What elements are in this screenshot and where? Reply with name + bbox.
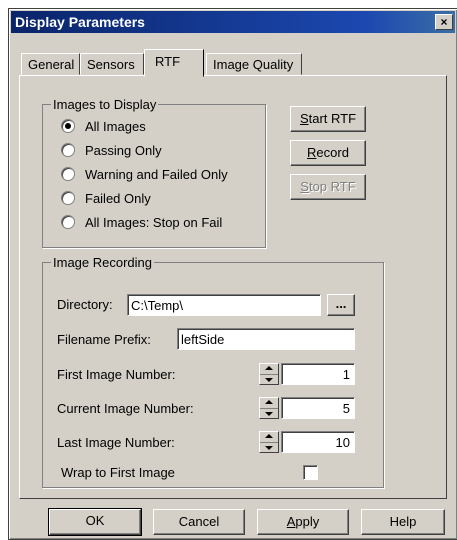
filename-prefix-label: Filename Prefix: <box>57 332 151 347</box>
images-to-display-title: Images to Display <box>51 97 159 112</box>
current-image-number-label: Current Image Number: <box>57 401 194 416</box>
tab-image-quality-label: Image Quality <box>213 57 294 72</box>
tab-image-quality[interactable]: Image Quality <box>206 53 302 75</box>
tab-rtf[interactable]: RTF <box>144 49 204 77</box>
wrap-to-first-image-checkbox[interactable] <box>303 465 318 480</box>
radio-failed-only[interactable]: Failed Only <box>61 189 151 207</box>
rtf-panel: Images to Display All Images Passing Onl… <box>19 75 447 499</box>
tab-sensors-label: Sensors <box>87 57 135 72</box>
radio-warning-failed[interactable]: Warning and Failed Only <box>61 165 228 183</box>
arrow-down-icon <box>265 378 273 382</box>
first-image-number-field[interactable]: 1 <box>281 363 355 385</box>
current-image-number-field[interactable]: 5 <box>281 397 355 419</box>
record-mnemonic: R <box>307 145 317 160</box>
filename-prefix-field[interactable]: leftSide <box>177 328 355 350</box>
close-icon[interactable]: × <box>435 14 453 30</box>
ok-button[interactable]: OK <box>48 508 142 536</box>
apply-label: pply <box>295 514 320 529</box>
window-title: Display Parameters <box>15 14 145 30</box>
images-to-display-group: Images to Display All Images Passing Onl… <box>42 97 266 248</box>
image-recording-group: Image Recording Directory: C:\Temp\ ... … <box>42 255 384 488</box>
directory-label: Directory: <box>57 297 113 312</box>
stop-rtf-label: top RTF <box>308 179 356 194</box>
record-label: ecord <box>316 145 349 160</box>
arrow-down-icon <box>265 446 273 450</box>
start-rtf-button[interactable]: Start RTF <box>290 106 366 132</box>
first-image-number-label: First Image Number: <box>57 367 176 382</box>
radio-all-images[interactable]: All Images <box>61 117 146 135</box>
last-image-number-field[interactable]: 10 <box>281 431 355 453</box>
stop-rtf-mnemonic: S <box>300 179 309 194</box>
radio-stop-on-fail-label: All Images: Stop on Fail <box>85 214 223 230</box>
last-image-number-label: Last Image Number: <box>57 435 175 450</box>
radio-warning-failed-indicator[interactable] <box>61 167 75 181</box>
spin-down-button[interactable] <box>260 374 278 384</box>
image-recording-title: Image Recording <box>51 255 154 270</box>
spin-down-button[interactable] <box>260 408 278 418</box>
tab-sensors[interactable]: Sensors <box>80 53 144 75</box>
radio-all-images-indicator[interactable] <box>61 119 75 133</box>
radio-passing-only-label: Passing Only <box>85 142 162 158</box>
tab-general-label: General <box>28 57 75 72</box>
arrow-up-icon <box>265 400 273 404</box>
wrap-to-first-image-label: Wrap to First Image <box>61 465 175 480</box>
last-image-number-spinner[interactable] <box>259 431 279 453</box>
radio-failed-only-indicator[interactable] <box>61 191 75 205</box>
apply-button[interactable]: Apply <box>257 509 349 535</box>
arrow-up-icon <box>265 366 273 370</box>
radio-passing-only[interactable]: Passing Only <box>61 141 162 159</box>
start-rtf-mnemonic: S <box>299 111 309 126</box>
radio-all-images-label: All Images <box>85 118 146 134</box>
browse-button[interactable]: ... <box>327 294 355 316</box>
display-parameters-dialog: Display Parameters × General Sensors RTF… <box>8 8 457 540</box>
first-image-number-spinner[interactable] <box>259 363 279 385</box>
current-image-number-spinner[interactable] <box>259 397 279 419</box>
tab-general[interactable]: General <box>21 53 80 75</box>
radio-warning-failed-label: Warning and Failed Only <box>85 166 228 182</box>
title-bar: Display Parameters × <box>11 11 455 33</box>
radio-passing-only-indicator[interactable] <box>61 143 75 157</box>
spin-down-button[interactable] <box>260 442 278 452</box>
cancel-button[interactable]: Cancel <box>153 509 245 535</box>
help-button[interactable]: Help <box>361 509 445 535</box>
arrow-up-icon <box>265 434 273 438</box>
tab-rtf-label: RTF <box>155 54 181 69</box>
start-rtf-label: tart RTF <box>308 111 357 126</box>
radio-stop-on-fail-indicator[interactable] <box>61 215 75 229</box>
stop-rtf-button[interactable]: Stop RTF <box>290 174 366 200</box>
radio-stop-on-fail[interactable]: All Images: Stop on Fail <box>61 213 222 231</box>
directory-field[interactable]: C:\Temp\ <box>127 294 321 316</box>
radio-failed-only-label: Failed Only <box>85 190 151 206</box>
record-button[interactable]: Record <box>290 140 366 166</box>
arrow-down-icon <box>265 412 273 416</box>
